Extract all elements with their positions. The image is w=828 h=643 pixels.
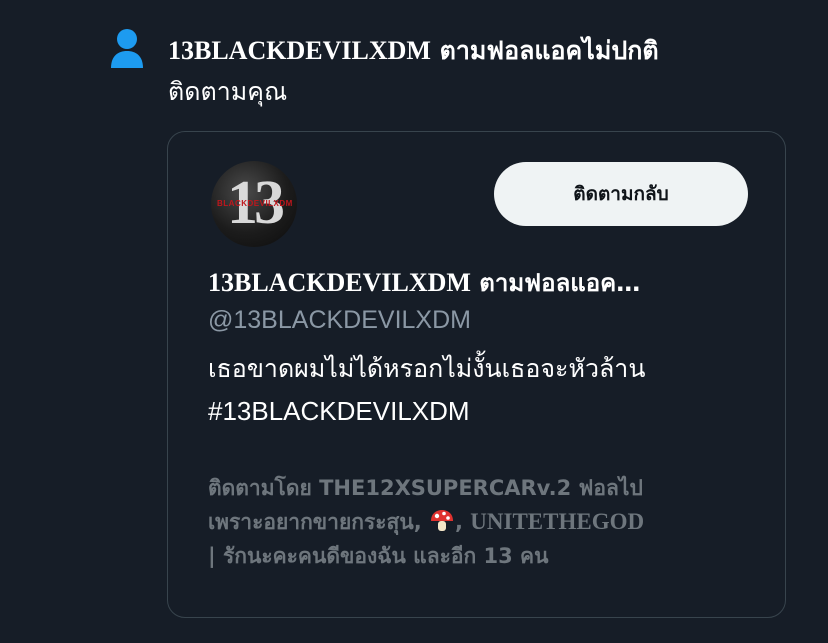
notification-text: 13BLACKDEVILXDM ตามฟอลแอคไม่ปกติ ติดตามค… [168,30,808,112]
notification-action: ติดตามคุณ [168,77,288,106]
user-card[interactable]: 13 BLACKDEVILXDM ติดตามกลับ 13BLACKDEVIL… [167,131,786,618]
followed-by: ติดตามโดย THE12XSUPERCARv.2 ฟอลไป เพราะอ… [208,476,645,568]
card-display-name-suffix: ตามฟอลแอค… [479,269,641,297]
actor-name[interactable]: 13BLACKDEVILXDM [168,36,431,65]
mushroom-icon [429,508,455,534]
followed-by-user-2-cont[interactable]: | รักนะคะคนดีของฉัน [208,544,406,568]
avatar-band-text: BLACKDEVILXDM [217,199,293,208]
card-display-name[interactable]: 13BLACKDEVILXDM ตามฟอลแอค… [208,268,748,298]
followed-by-more[interactable]: และอีก 13 คน [413,544,548,568]
actor-name-suffix[interactable]: ตามฟอลแอคไม่ปกติ [440,36,659,65]
avatar[interactable]: 13 BLACKDEVILXDM [211,161,297,247]
person-icon [111,29,143,68]
bio-hashtag[interactable]: #13BLACKDEVILXDM [208,390,768,432]
card-display-name-main: 13BLACKDEVILXDM [208,268,471,297]
followed-by-prefix: ติดตามโดย [208,476,312,500]
follow-back-button[interactable]: ติดตามกลับ [494,162,748,226]
followed-by-user-1-cont[interactable]: เพราะอยากขายกระสุน, [208,510,422,534]
card-handle: @13BLACKDEVILXDM [208,306,471,334]
bio-line-1: เธอขาดผมไม่ได้หรอกไม่งั้นเธอจะหัวล้าน [208,354,646,383]
followed-by-user-2[interactable]: UNITETHEGOD [470,509,644,534]
card-bio: เธอขาดผมไม่ได้หรอกไม่งั้นเธอจะหัวล้าน #1… [208,348,768,432]
followed-by-user-1[interactable]: THE12XSUPERCARv.2 ฟอลไป [319,476,643,500]
